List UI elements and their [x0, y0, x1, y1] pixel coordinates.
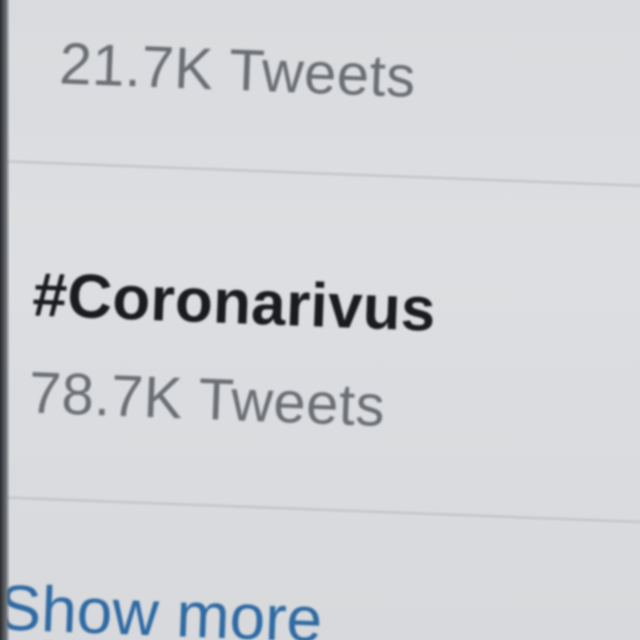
trend-tweet-count: 21.7K Tweets	[58, 31, 417, 110]
screen: 21.7K Tweets #Coronarivus 78.7K Tweets S…	[0, 0, 640, 640]
trends-list: 21.7K Tweets #Coronarivus 78.7K Tweets S…	[0, 0, 640, 640]
trend-item-previous[interactable]: 21.7K Tweets	[0, 0, 640, 183]
show-more-link[interactable]: Show more	[0, 570, 324, 640]
trend-tweet-count: 78.7K Tweets	[27, 360, 387, 440]
device-bezel	[0, 0, 10, 640]
